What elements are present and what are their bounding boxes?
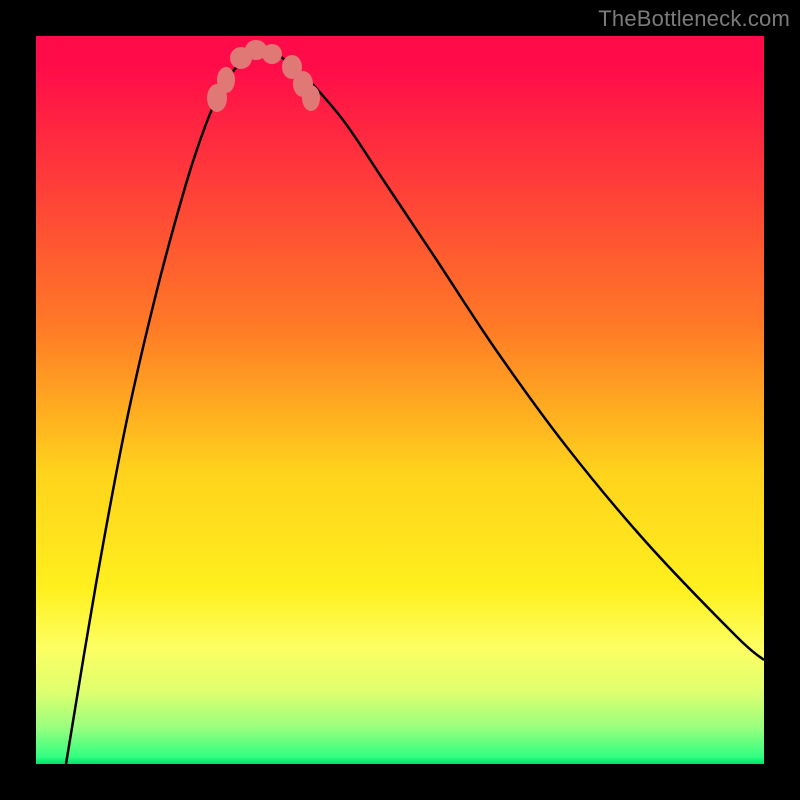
curve-beads [207, 40, 320, 112]
chart-frame: TheBottleneck.com [0, 0, 800, 800]
bead-7 [302, 85, 320, 111]
bottleneck-curve [66, 50, 764, 764]
bead-4 [262, 44, 282, 64]
watermark-text: TheBottleneck.com [598, 6, 790, 32]
bead-1 [217, 67, 235, 93]
curve-layer [36, 36, 764, 764]
plot-area [36, 36, 764, 764]
